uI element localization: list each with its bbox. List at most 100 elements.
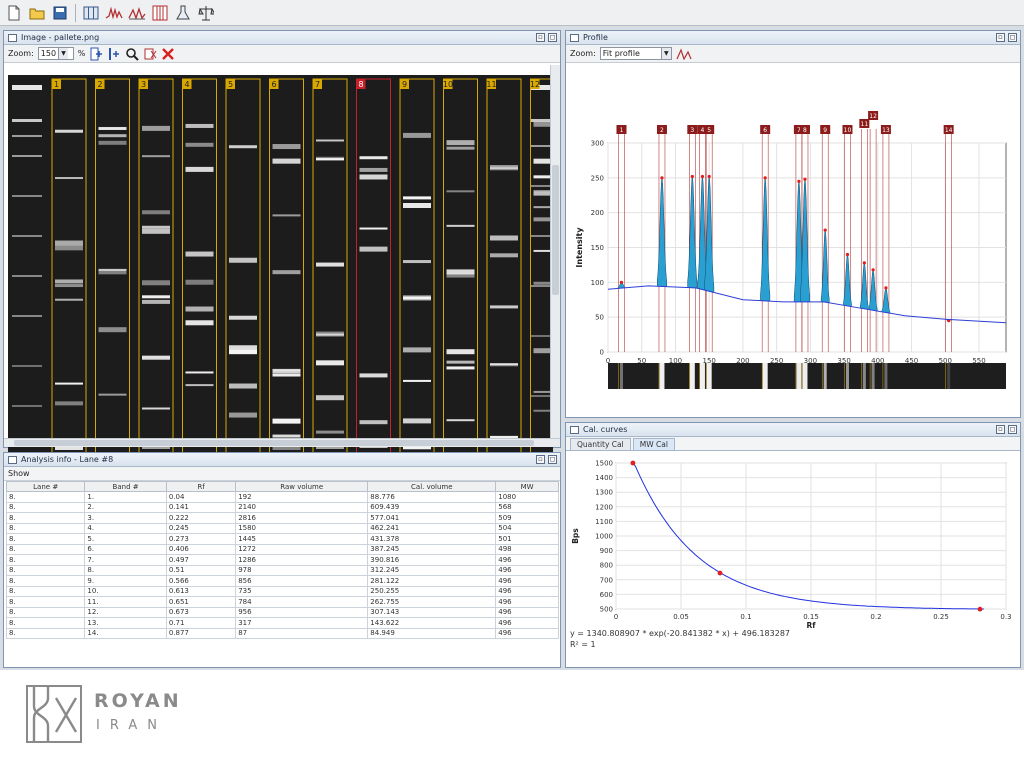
peak-dot	[871, 268, 875, 272]
y-tick-label: 800	[600, 562, 613, 570]
table-row[interactable]: 8. 4. 0.245 1580 462.241 504	[5, 522, 559, 534]
peak-dot	[797, 179, 801, 183]
maximize-icon[interactable]: ◻	[1008, 33, 1017, 42]
zoom-select[interactable]: 150 ▼	[37, 47, 74, 60]
minimize-icon[interactable]: ▫	[996, 33, 1005, 42]
maximize-icon[interactable]: ◻	[548, 455, 557, 464]
new-icon[interactable]	[4, 3, 24, 23]
gel-band	[316, 262, 344, 267]
scrollbar-thumb[interactable]	[552, 165, 559, 295]
zoom-icon[interactable]	[125, 47, 140, 61]
calibration-icon[interactable]	[173, 3, 193, 23]
tab-quantity-cal[interactable]: Quantity Cal	[570, 438, 631, 450]
table-cell: 0.245	[165, 522, 237, 534]
table-cell: 0.222	[165, 512, 237, 524]
maximize-icon[interactable]: ◻	[1008, 425, 1017, 434]
table-cell: 8.	[5, 575, 86, 587]
table-row[interactable]: 8. 5. 0.273 1445 431.378 501	[5, 533, 559, 545]
table-row[interactable]: 8. 9. 0.566 856 281.122 496	[5, 575, 559, 587]
gel-band	[12, 235, 42, 237]
cal-point	[977, 606, 983, 612]
peak-label: 6	[763, 127, 767, 134]
minimize-icon[interactable]: ▫	[996, 425, 1005, 434]
gel-band	[403, 347, 431, 353]
maximize-icon[interactable]: ◻	[548, 33, 557, 42]
gel-band	[490, 305, 518, 309]
horizontal-scrollbar[interactable]	[4, 438, 560, 447]
vertical-scrollbar[interactable]	[550, 65, 560, 439]
table-cell: 192	[235, 491, 369, 503]
delete-icon[interactable]	[161, 47, 175, 61]
table-row[interactable]: 8. 3. 0.222 2816 577.041 509	[5, 512, 559, 524]
table-row[interactable]: 8. 12. 0.673 956 307.143 496	[5, 606, 559, 618]
lane-strip-band	[706, 363, 712, 389]
table-cell: 84.949	[367, 627, 497, 639]
column-header[interactable]: Cal. volume	[367, 481, 497, 492]
lane-strip-band	[762, 363, 768, 389]
table-cell: 0.566	[165, 575, 237, 587]
crop-lane-icon[interactable]	[143, 47, 157, 61]
gel-band	[446, 224, 475, 227]
table-cell: 0.651	[165, 596, 237, 608]
table-cell: 1445	[235, 533, 369, 545]
calibration-chart[interactable]: 0 0.05 0.1 0.15 0.2 0.25 0.3 500 600 700 800 900 100…	[566, 451, 1020, 630]
peak-label: 8	[803, 127, 807, 134]
minimize-icon[interactable]: ▫	[536, 455, 545, 464]
gel-band	[55, 284, 83, 288]
column-header[interactable]: Band #	[84, 481, 167, 492]
peak-dot	[862, 261, 866, 265]
column-header[interactable]: Raw volume	[235, 481, 369, 492]
show-menu[interactable]: Show	[8, 469, 30, 478]
open-icon[interactable]	[27, 3, 47, 23]
table-cell: 7.	[84, 554, 167, 566]
scrollbar-thumb[interactable]	[14, 440, 534, 446]
peak-detect-icon[interactable]	[676, 47, 692, 60]
minimize-icon[interactable]: ▫	[536, 33, 545, 42]
x-tick-label: 0.3	[1000, 613, 1011, 621]
royan-logo: ROYAN IRAN	[26, 684, 186, 746]
y-tick-label: 1500	[595, 460, 613, 468]
bands-icon[interactable]	[150, 3, 170, 23]
table-row[interactable]: 8. 11. 0.651 784 262.755 496	[5, 596, 559, 608]
gel-band	[55, 298, 83, 301]
table-row[interactable]: 8. 14. 0.877 87 84.949 496	[5, 627, 559, 639]
save-icon[interactable]	[50, 3, 70, 23]
y-tick-label: 700	[600, 576, 613, 584]
column-header[interactable]: Lane #	[5, 481, 86, 492]
image-panel-titlebar: Image - pallete.png ▫ ◻	[4, 31, 560, 45]
insert-lane-icon[interactable]	[107, 47, 121, 61]
gel-band	[490, 235, 518, 241]
table-cell: 317	[235, 617, 369, 629]
table-cell: 6.	[84, 543, 167, 555]
gel-band	[98, 127, 127, 130]
table-row[interactable]: 8. 10. 0.613 735 250.255 496	[5, 585, 559, 597]
table-row[interactable]: 8. 6. 0.406 1272 387.245 498	[5, 543, 559, 555]
table-cell: 8.	[5, 543, 86, 555]
gel-band	[272, 214, 301, 217]
column-header[interactable]: Rf	[165, 481, 237, 492]
column-header[interactable]: MW	[495, 481, 559, 492]
profile-icon[interactable]	[104, 3, 124, 23]
peaks-icon[interactable]	[127, 3, 147, 23]
lane-label: 5	[228, 80, 233, 89]
gel-image[interactable]: 1 2 3 4 5 6 7 8 9 10 11 12	[8, 75, 553, 467]
table-row[interactable]: 8. 8. 0.51 978 312.245 496	[5, 564, 559, 576]
tab-mw-cal[interactable]: MW Cal	[632, 438, 675, 450]
toolbar-separator	[75, 3, 76, 22]
table-row[interactable]: 8. 1. 0.04 192 88.776 1080	[5, 491, 559, 503]
table-cell: 504	[495, 522, 559, 534]
window-icon	[570, 33, 579, 42]
balance-icon[interactable]	[196, 3, 216, 23]
table-cell: 8.	[84, 564, 167, 576]
add-lane-icon[interactable]	[89, 47, 103, 61]
profile-chart[interactable]: 0 50 100 150 200 250 300 350 400 450 500 5500501001…	[566, 63, 1020, 417]
profile-zoom-select[interactable]: Fit profile ▼	[599, 47, 672, 60]
gel-band	[272, 270, 301, 275]
gel-band	[359, 156, 388, 160]
lanes-icon[interactable]	[81, 3, 101, 23]
table-cell: 431.378	[367, 533, 497, 545]
table-row[interactable]: 8. 2. 0.141 2140 609.439 568	[5, 501, 559, 513]
table-row[interactable]: 8. 7. 0.497 1286 390.816 496	[5, 554, 559, 566]
table-row[interactable]: 8. 13. 0.71 317 143.622 496	[5, 617, 559, 629]
gel-band	[185, 142, 214, 147]
